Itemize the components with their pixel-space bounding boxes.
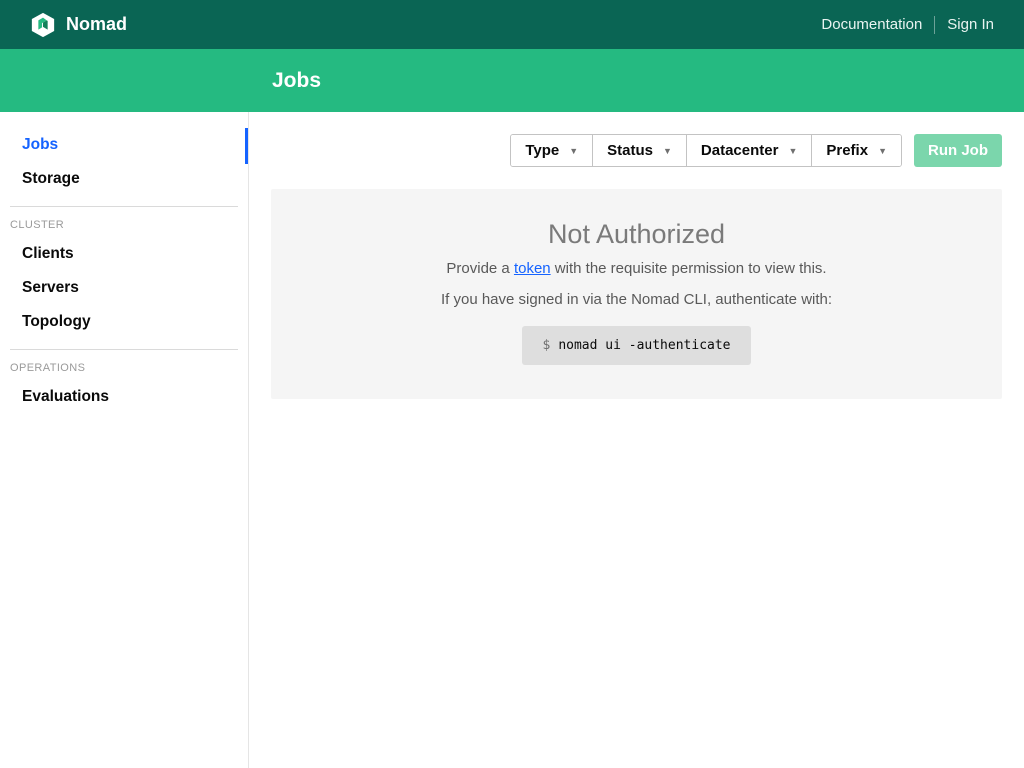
sidebar-item-storage[interactable]: Storage bbox=[10, 162, 238, 196]
cli-command-box: $ nomad ui -authenticate bbox=[522, 326, 750, 365]
cli-command: nomad ui -authenticate bbox=[558, 338, 730, 353]
filter-status-label: Status bbox=[607, 142, 653, 159]
line1-pre: Provide a bbox=[446, 260, 514, 277]
not-authorized-line2: If you have signed in via the Nomad CLI,… bbox=[301, 291, 972, 308]
filter-prefix-label: Prefix bbox=[826, 142, 868, 159]
brand-text: Nomad bbox=[66, 14, 127, 35]
chevron-down-icon: ▼ bbox=[788, 146, 797, 156]
sub-header: Jobs bbox=[0, 49, 1024, 112]
sidebar-item-clients[interactable]: Clients bbox=[10, 237, 238, 271]
not-authorized-line1: Provide a token with the requisite permi… bbox=[301, 260, 972, 277]
run-job-button[interactable]: Run Job bbox=[914, 134, 1002, 167]
filter-datacenter-label: Datacenter bbox=[701, 142, 779, 159]
sidebar-item-jobs[interactable]: Jobs bbox=[10, 128, 238, 162]
topbar-divider bbox=[934, 16, 935, 34]
filter-prefix[interactable]: Prefix ▼ bbox=[812, 135, 901, 166]
chevron-down-icon: ▼ bbox=[663, 146, 672, 156]
not-authorized-panel: Not Authorized Provide a token with the … bbox=[271, 189, 1002, 399]
top-bar: Nomad Documentation Sign In bbox=[0, 0, 1024, 49]
sidebar-item-servers[interactable]: Servers bbox=[10, 271, 238, 305]
filter-type-label: Type bbox=[525, 142, 559, 159]
brand[interactable]: Nomad bbox=[30, 12, 127, 38]
not-authorized-heading: Not Authorized bbox=[301, 219, 972, 250]
filter-type[interactable]: Type ▼ bbox=[511, 135, 593, 166]
jobs-toolbar: Type ▼ Status ▼ Datacenter ▼ Prefix ▼ Ru… bbox=[271, 134, 1002, 167]
sidebar-item-evaluations[interactable]: Evaluations bbox=[10, 380, 238, 414]
chevron-down-icon: ▼ bbox=[878, 146, 887, 156]
sidebar: Jobs Storage CLUSTER Clients Servers Top… bbox=[0, 112, 249, 768]
page-title: Jobs bbox=[272, 69, 321, 93]
nomad-logo-icon bbox=[30, 12, 56, 38]
sidebar-item-topology[interactable]: Topology bbox=[10, 305, 238, 339]
sign-in-link[interactable]: Sign In bbox=[947, 16, 994, 33]
line1-post: with the requisite permission to view th… bbox=[551, 260, 827, 277]
sidebar-section-operations: OPERATIONS bbox=[10, 349, 238, 380]
chevron-down-icon: ▼ bbox=[569, 146, 578, 156]
filter-datacenter[interactable]: Datacenter ▼ bbox=[687, 135, 812, 166]
sidebar-section-cluster: CLUSTER bbox=[10, 206, 238, 237]
token-link[interactable]: token bbox=[514, 260, 551, 277]
active-indicator bbox=[245, 128, 248, 164]
cli-prompt: $ bbox=[542, 338, 550, 353]
filter-status[interactable]: Status ▼ bbox=[593, 135, 687, 166]
filter-group: Type ▼ Status ▼ Datacenter ▼ Prefix ▼ bbox=[510, 134, 902, 167]
main-content: Type ▼ Status ▼ Datacenter ▼ Prefix ▼ Ru… bbox=[249, 112, 1024, 768]
documentation-link[interactable]: Documentation bbox=[821, 16, 922, 33]
